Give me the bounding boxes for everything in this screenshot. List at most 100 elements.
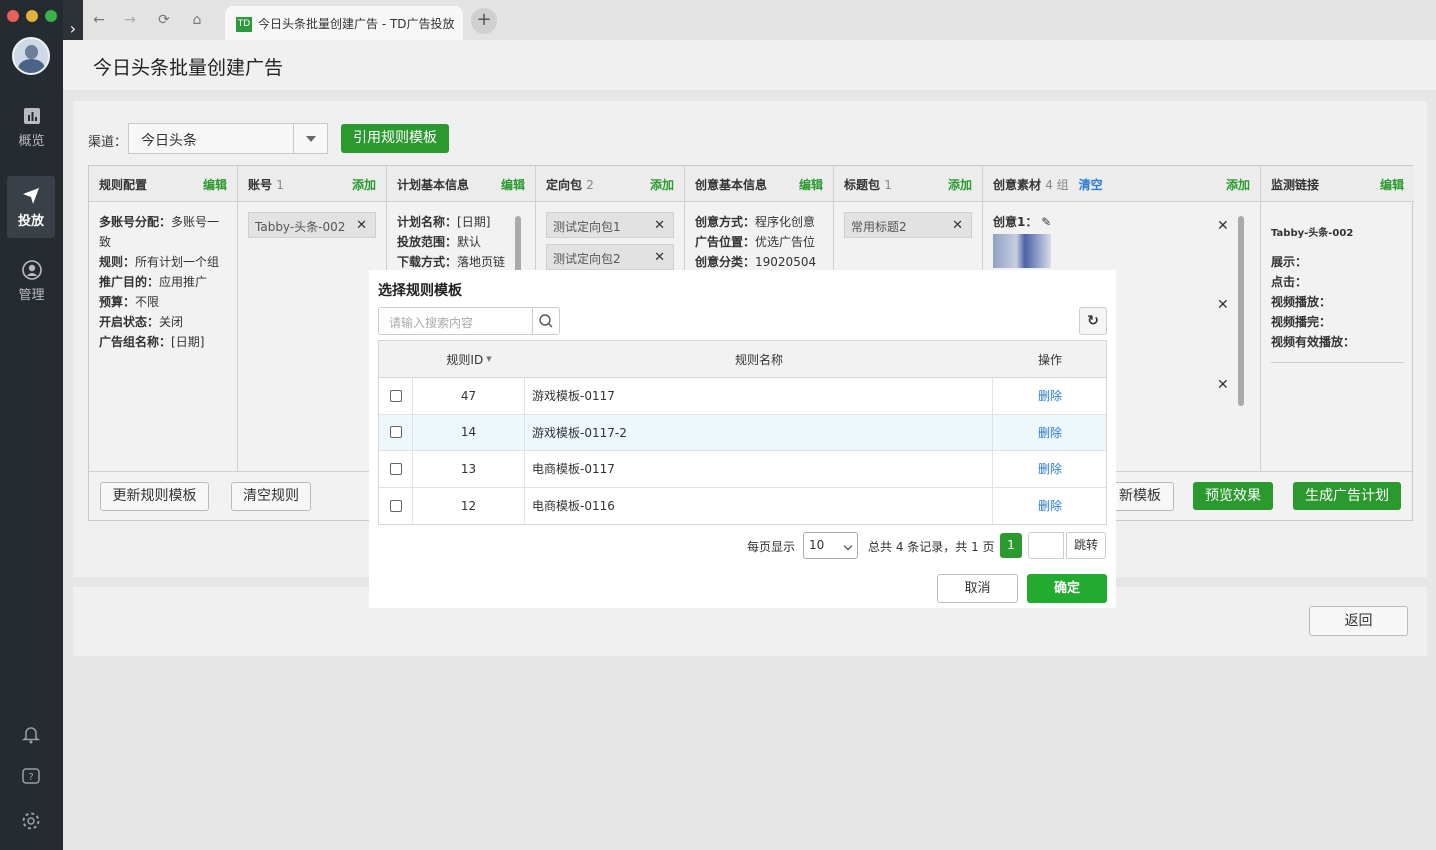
clear-rules-button[interactable]: 清空规则: [231, 482, 311, 511]
search-icon[interactable]: [532, 308, 559, 334]
table-row[interactable]: 14 游戏模板-0117-2 删除: [379, 414, 1106, 451]
column-rule-config: 规则配置 编辑 多账号分配：多账号一致 规则：所有计划一个组 推广目的：应用推广 …: [89, 166, 238, 471]
search-placeholder: 请输入搜索内容: [389, 316, 474, 330]
back-button[interactable]: 返回: [1309, 606, 1408, 636]
row-checkbox[interactable]: [389, 462, 402, 475]
add-link[interactable]: 添加: [948, 176, 972, 193]
sidebar-item-overview[interactable]: 概览: [0, 96, 63, 158]
close-icon[interactable]: ✕: [1217, 218, 1229, 234]
plan-item: 投放范围：默认: [397, 235, 482, 249]
sidebar-item-label: 概览: [18, 134, 45, 149]
row-name: 游戏模板-0117-2: [525, 414, 993, 450]
add-link[interactable]: 添加: [352, 176, 376, 193]
monitor-item: 视频播完：: [1271, 315, 1332, 329]
column-monitor: 监测链接 编辑 Tabby-头条-002 展示： 点击： 视频播放： 视频播完： …: [1261, 166, 1414, 471]
edit-link[interactable]: 编辑: [203, 176, 227, 193]
row-id: 47: [413, 378, 525, 414]
select-template-modal: 选择规则模板 请输入搜索内容 ↻ 规则ID ▼ 规则名称 操作 47 游戏模板-0…: [369, 270, 1116, 608]
avatar[interactable]: [12, 37, 50, 75]
row-name: 电商模板-0117: [525, 451, 993, 487]
generate-plan-button[interactable]: 生成广告计划: [1293, 482, 1401, 510]
edit-link[interactable]: 编辑: [1380, 176, 1404, 193]
preview-button[interactable]: 预览效果: [1193, 482, 1273, 510]
title-chip: 常用标题2 ✕: [844, 212, 972, 238]
sidebar-item-deliver[interactable]: 投放: [7, 176, 55, 238]
monitor-item: 展示：: [1271, 255, 1308, 269]
close-icon[interactable]: ✕: [1217, 297, 1229, 313]
chevron-down-icon[interactable]: [293, 124, 327, 153]
per-page-select[interactable]: 10: [803, 532, 858, 559]
gear-icon[interactable]: [21, 811, 41, 831]
column-account: 账号 1 添加 Tabby-头条-002 ✕: [238, 166, 387, 471]
column-header-id[interactable]: 规则ID ▼: [413, 341, 525, 377]
minimize-window-button[interactable]: [26, 10, 38, 22]
sidebar-item-manage[interactable]: 管理: [0, 250, 63, 312]
confirm-button[interactable]: 确定: [1027, 574, 1107, 603]
pager-summary: 总共 4 条记录，共 1 页: [868, 540, 995, 554]
table-row[interactable]: 47 游戏模板-0117 删除: [379, 378, 1106, 415]
send-icon: [23, 188, 39, 204]
plan-item: 计划名称：[日期]: [397, 215, 491, 229]
update-template-button[interactable]: 更新规则模板: [100, 482, 209, 511]
sort-icon: ▼: [486, 355, 492, 363]
column-title: 定向包: [546, 178, 583, 192]
clear-link[interactable]: 清空: [1079, 178, 1103, 192]
pencil-icon[interactable]: ✎: [1041, 215, 1051, 229]
rule-item: 开启状态：关闭: [99, 315, 184, 329]
edit-link[interactable]: 编辑: [501, 176, 525, 193]
channel-select[interactable]: 今日头条: [128, 123, 328, 154]
column-count: 2: [586, 178, 594, 192]
row-checkbox[interactable]: [389, 426, 402, 439]
sidebar: 概览 投放 管理 ?: [0, 0, 63, 850]
column-title: 标题包: [844, 178, 881, 192]
reload-icon[interactable]: ⟳: [155, 11, 173, 29]
back-arrow-icon[interactable]: ←: [90, 11, 108, 29]
sidebar-item-label: 投放: [17, 214, 44, 229]
targeting-chip: 测试定向包1 ✕: [546, 212, 674, 238]
delete-link[interactable]: 删除: [1038, 424, 1062, 441]
add-link[interactable]: 添加: [650, 176, 674, 193]
browser-tab[interactable]: TD 今日头条批量创建广告 - TD广告投放: [225, 6, 463, 40]
apply-template-button[interactable]: 引用规则模板: [341, 124, 449, 153]
table-row[interactable]: 13 电商模板-0117 删除: [379, 451, 1106, 488]
td-logo-icon: TD: [236, 17, 252, 32]
new-tab-button[interactable]: +: [471, 8, 497, 34]
table-row[interactable]: 12 电商模板-0116 删除: [379, 487, 1106, 524]
refresh-icon[interactable]: ↻: [1079, 307, 1107, 335]
tab-title: 今日头条批量创建广告 - TD广告投放: [258, 17, 455, 31]
scrollbar[interactable]: [515, 216, 521, 276]
delete-link[interactable]: 删除: [1038, 497, 1062, 514]
search-input[interactable]: 请输入搜索内容: [378, 307, 560, 335]
modal-title: 选择规则模板: [378, 283, 462, 299]
page-jump-input[interactable]: [1028, 532, 1064, 559]
zoom-window-button[interactable]: [45, 10, 57, 22]
cancel-button[interactable]: 取消: [937, 574, 1018, 603]
bell-icon[interactable]: [21, 724, 41, 744]
monitor-item: 视频播放：: [1271, 295, 1332, 309]
delete-link[interactable]: 删除: [1038, 387, 1062, 404]
svg-text:?: ?: [28, 772, 33, 783]
home-icon[interactable]: ⌂: [188, 11, 206, 29]
scrollbar[interactable]: [1238, 216, 1244, 406]
forward-arrow-icon[interactable]: →: [121, 11, 139, 29]
close-window-button[interactable]: [7, 10, 19, 22]
row-checkbox[interactable]: [389, 389, 402, 402]
page-jump-button[interactable]: 跳转: [1066, 532, 1106, 559]
column-title: 创意素材: [993, 178, 1042, 192]
close-icon[interactable]: ✕: [1217, 377, 1229, 393]
monitor-account: Tabby-头条-002: [1271, 228, 1354, 239]
close-icon[interactable]: ✕: [952, 216, 963, 236]
close-icon[interactable]: ✕: [356, 216, 367, 236]
close-icon[interactable]: ✕: [654, 248, 665, 268]
help-icon[interactable]: ?: [21, 767, 41, 787]
rule-item: 规则：所有计划一个组: [99, 255, 220, 269]
close-icon[interactable]: ✕: [654, 216, 665, 236]
row-checkbox[interactable]: [389, 499, 402, 512]
page-header: 今日头条批量创建广告: [63, 40, 1436, 90]
page-number-button[interactable]: 1: [1000, 533, 1022, 558]
edit-link[interactable]: 编辑: [799, 176, 823, 193]
column-count: 1: [884, 178, 892, 192]
delete-link[interactable]: 删除: [1038, 460, 1062, 477]
add-link[interactable]: 添加: [1226, 176, 1250, 193]
material-thumbnail[interactable]: [993, 234, 1051, 268]
